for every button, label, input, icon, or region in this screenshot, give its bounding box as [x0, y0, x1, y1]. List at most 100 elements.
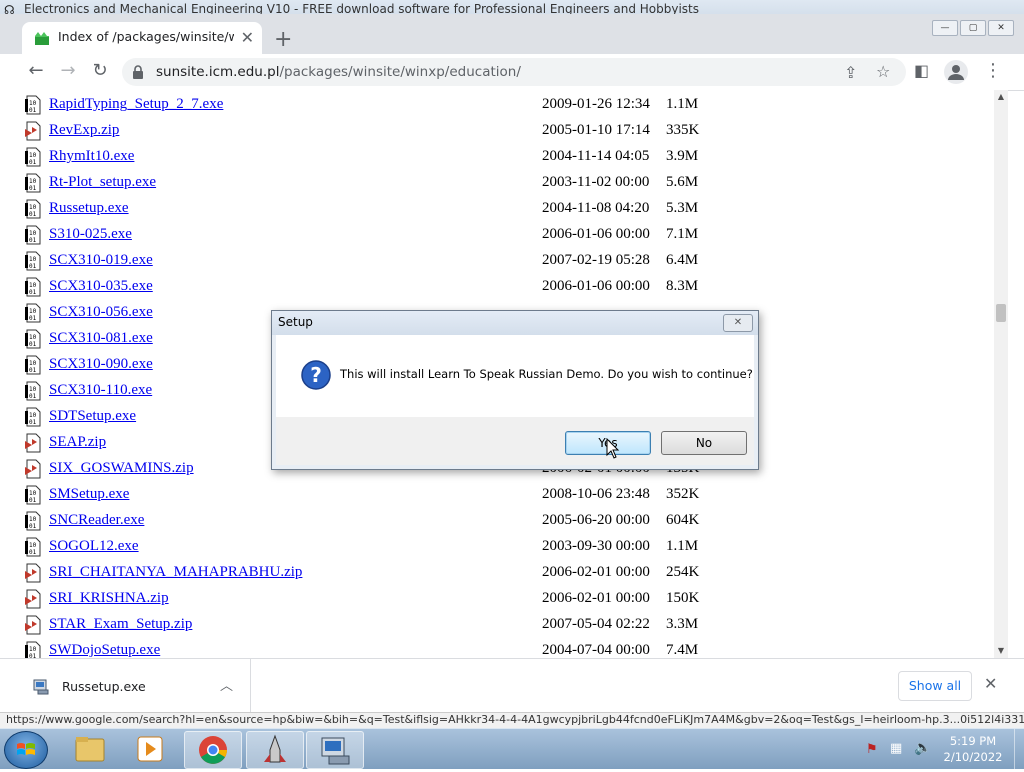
reload-button[interactable]: ↻: [88, 60, 112, 81]
chevron-up-icon[interactable]: ︿: [220, 675, 233, 694]
file-size: 6.4M: [666, 252, 699, 268]
file-size: 604K: [666, 512, 700, 528]
vertical-scrollbar[interactable]: ▲ ▼: [994, 90, 1008, 658]
file-link[interactable]: STAR_Exam_Setup.zip: [49, 616, 192, 633]
close-window-button[interactable]: ✕: [988, 20, 1014, 36]
file-link[interactable]: RapidTyping_Setup_2_7.exe: [49, 96, 223, 113]
new-tab-button[interactable]: +: [274, 29, 292, 51]
binary-file-icon[interactable]: 1001: [24, 407, 42, 427]
compressed-file-icon[interactable]: [24, 433, 42, 453]
taskbar-setup-app[interactable]: [246, 731, 304, 769]
address-bar[interactable]: sunsite.icm.edu.pl/packages/winsite/winx…: [122, 58, 906, 86]
binary-file-icon[interactable]: 1001: [24, 381, 42, 401]
file-link[interactable]: SDTSetup.exe: [49, 408, 136, 425]
taskbar-installer[interactable]: [306, 731, 364, 769]
dialog-message: This will install Learn To Speak Russian…: [340, 367, 753, 381]
show-desktop-button[interactable]: [1014, 729, 1024, 769]
svg-text:10: 10: [29, 230, 37, 237]
taskbar-clock[interactable]: 5:19 PM 2/10/2022: [936, 733, 1010, 765]
start-button[interactable]: [4, 731, 48, 769]
close-downloads-icon[interactable]: ✕: [984, 674, 997, 693]
menu-kebab-icon[interactable]: ⋮: [984, 60, 1002, 81]
file-link[interactable]: SRI_CHAITANYA_MAHAPRABHU.zip: [49, 564, 302, 581]
profile-avatar-icon[interactable]: [944, 60, 968, 84]
file-link[interactable]: SEAP.zip: [49, 434, 106, 451]
file-link[interactable]: SRI_KRISHNA.zip: [49, 590, 169, 607]
file-date: 2009-01-26 12:34: [542, 96, 650, 112]
compressed-file-icon[interactable]: [24, 615, 42, 635]
binary-file-icon[interactable]: 1001: [24, 95, 42, 115]
file-link[interactable]: SCX310-019.exe: [49, 252, 153, 269]
binary-file-icon[interactable]: 1001: [24, 537, 42, 557]
file-row: SRI_KRISHNA.zip 2006-02-01 00:00 150K: [24, 588, 784, 612]
no-button[interactable]: No: [661, 431, 747, 455]
dialog-button-area: Yes No: [276, 417, 754, 465]
compressed-file-icon[interactable]: [24, 589, 42, 609]
binary-file-icon[interactable]: 1001: [24, 511, 42, 531]
compressed-file-icon[interactable]: [24, 121, 42, 141]
scroll-thumb[interactable]: [996, 304, 1006, 322]
file-link[interactable]: SIX_GOSWAMINS.zip: [49, 460, 194, 477]
file-link[interactable]: SCX310-056.exe: [49, 304, 153, 321]
file-date: 2004-11-14 04:05: [542, 148, 650, 164]
file-link[interactable]: SCX310-081.exe: [49, 330, 153, 347]
file-link[interactable]: S310-025.exe: [49, 226, 132, 243]
file-size: 5.6M: [666, 174, 699, 190]
taskbar-chrome[interactable]: [184, 731, 242, 769]
file-date: 2006-01-06 00:00: [542, 278, 650, 294]
file-link[interactable]: SMSetup.exe: [49, 486, 129, 503]
file-link[interactable]: Russetup.exe: [49, 200, 129, 217]
svg-text:10: 10: [29, 360, 37, 367]
bookmark-star-icon[interactable]: ☆: [876, 62, 890, 81]
binary-file-icon[interactable]: 1001: [24, 641, 42, 658]
binary-file-icon[interactable]: 1001: [24, 303, 42, 323]
file-link[interactable]: SNCReader.exe: [49, 512, 144, 529]
dialog-body: ? This will install Learn To Speak Russi…: [276, 335, 754, 417]
taskbar-media-player[interactable]: [122, 731, 178, 767]
file-link[interactable]: Rt-Plot_setup.exe: [49, 174, 156, 191]
file-link[interactable]: SWDojoSetup.exe: [49, 642, 160, 658]
scroll-up-arrow-icon[interactable]: ▲: [994, 90, 1008, 104]
svg-text:01: 01: [29, 263, 37, 270]
status-url-text: https://www.google.com/search?hl=en&sour…: [6, 713, 1024, 726]
binary-file-icon[interactable]: 1001: [24, 199, 42, 219]
binary-file-icon[interactable]: 1001: [24, 225, 42, 245]
file-link[interactable]: SCX310-110.exe: [49, 382, 152, 399]
file-link[interactable]: RhymIt10.exe: [49, 148, 134, 165]
file-row: STAR_Exam_Setup.zip 2007-05-04 02:22 3.3M: [24, 614, 784, 638]
browser-tab[interactable]: Index of /packages/winsite/winxp ✕: [22, 22, 262, 54]
back-button[interactable]: ←: [24, 60, 48, 81]
scroll-down-arrow-icon[interactable]: ▼: [994, 644, 1008, 658]
binary-file-icon[interactable]: 1001: [24, 173, 42, 193]
file-link[interactable]: RevExp.zip: [49, 122, 119, 139]
maximize-button[interactable]: ▢: [960, 20, 986, 36]
file-size: 1.1M: [666, 96, 699, 112]
tab-close-icon[interactable]: ✕: [241, 28, 254, 47]
binary-file-icon[interactable]: 1001: [24, 329, 42, 349]
file-size: 3.9M: [666, 148, 699, 164]
tray-network-icon[interactable]: ▦: [890, 741, 902, 756]
binary-file-icon[interactable]: 1001: [24, 251, 42, 271]
tray-volume-icon[interactable]: 🔈: [914, 740, 931, 756]
forward-button[interactable]: →: [56, 60, 80, 81]
windows-taskbar: ⚑ ▦ 🔈 5:19 PM 2/10/2022: [0, 728, 1024, 769]
tray-flag-icon[interactable]: ⚑: [866, 742, 878, 757]
file-link[interactable]: SCX310-090.exe: [49, 356, 153, 373]
file-link[interactable]: SCX310-035.exe: [49, 278, 153, 295]
taskbar-explorer[interactable]: [62, 731, 118, 767]
share-icon[interactable]: ⇪: [844, 63, 857, 82]
compressed-file-icon[interactable]: [24, 459, 42, 479]
minimize-button[interactable]: —: [932, 20, 958, 36]
compressed-file-icon[interactable]: [24, 563, 42, 583]
binary-file-icon[interactable]: 1001: [24, 485, 42, 505]
side-panel-icon[interactable]: ◧: [914, 61, 929, 80]
file-link[interactable]: SOGOL12.exe: [49, 538, 139, 555]
svg-text:01: 01: [29, 367, 37, 374]
dialog-close-button[interactable]: ✕: [723, 314, 753, 332]
file-row: 10 01 Rt-Plot_setup.exe 2003-11-02 00:00 5.6…: [24, 172, 784, 196]
show-all-button[interactable]: Show all: [898, 671, 972, 701]
download-item[interactable]: Russetup.exe ︿: [0, 659, 251, 713]
binary-file-icon[interactable]: 1001: [24, 147, 42, 167]
binary-file-icon[interactable]: 1001: [24, 355, 42, 375]
binary-file-icon[interactable]: 1001: [24, 277, 42, 297]
